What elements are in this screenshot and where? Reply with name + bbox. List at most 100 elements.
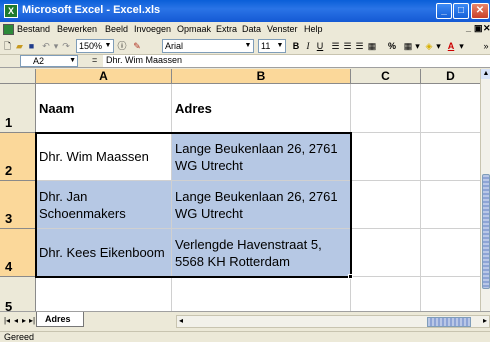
font-size-value: 11: [261, 41, 271, 51]
fill-handle[interactable]: [348, 274, 353, 279]
cell-d4[interactable]: [421, 229, 480, 277]
zoom-value: 150%: [79, 41, 103, 51]
merge-center-icon[interactable]: ▦: [366, 39, 378, 53]
cell-d3[interactable]: [421, 181, 480, 229]
borders-icon[interactable]: ▦: [402, 39, 414, 53]
select-all-corner[interactable]: [0, 69, 36, 84]
vertical-scrollbar[interactable]: ▲: [480, 69, 490, 311]
undo-icon[interactable]: ↶: [40, 39, 52, 53]
menu-venster[interactable]: Venster: [267, 24, 298, 34]
toolbar-options-icon[interactable]: »: [482, 39, 490, 53]
cell-b2[interactable]: Lange Beukenlaan 26, 2761 WG Utrecht: [172, 133, 351, 181]
horizontal-scroll-thumb[interactable]: [427, 317, 471, 327]
cell-d2[interactable]: [421, 133, 480, 181]
open-folder-icon[interactable]: ▰: [14, 39, 25, 53]
align-right-icon[interactable]: ☰: [354, 39, 365, 53]
last-sheet-icon[interactable]: ▸|: [28, 315, 36, 327]
vertical-scroll-thumb[interactable]: [482, 174, 490, 289]
drawing-icon[interactable]: ✎: [131, 39, 143, 53]
menu-bestand[interactable]: Bestand: [17, 24, 50, 34]
menu-bewerken[interactable]: Bewerken: [57, 24, 97, 34]
row-header-2[interactable]: 2: [0, 133, 36, 181]
cell-d5[interactable]: [421, 277, 480, 311]
zoom-select[interactable]: 150% ▼: [76, 39, 114, 53]
cell-b4[interactable]: Verlengde Havenstraat 5, 5568 KH Rotterd…: [172, 229, 351, 277]
cell-d1[interactable]: [421, 84, 480, 133]
row-number: 4: [5, 259, 13, 274]
align-center-icon[interactable]: ☰: [342, 39, 353, 53]
scroll-up-icon[interactable]: ▲: [481, 69, 490, 79]
row-header-4[interactable]: 4: [0, 229, 36, 277]
cell-a1[interactable]: Naam: [36, 84, 172, 133]
new-document-icon[interactable]: 🗋: [2, 39, 13, 53]
next-sheet-icon[interactable]: ▸: [20, 315, 28, 327]
sheet-tab-adres[interactable]: Adres: [36, 312, 84, 327]
previous-sheet-icon[interactable]: ◂: [12, 315, 20, 327]
chevron-down-icon: ▼: [69, 57, 76, 64]
cell-c3[interactable]: [351, 181, 421, 229]
chevron-down-icon[interactable]: ▾: [458, 39, 465, 53]
menu-extra[interactable]: Extra: [216, 24, 237, 34]
row-header-5[interactable]: 5: [0, 277, 36, 311]
first-sheet-icon[interactable]: |◂: [3, 315, 11, 327]
chevron-down-icon[interactable]: ▾: [435, 39, 442, 53]
row-number: 2: [5, 163, 13, 178]
row-number: 1: [5, 115, 13, 130]
maximize-button[interactable]: □: [453, 3, 469, 19]
formula-input[interactable]: Dhr. Wim Maassen: [103, 55, 490, 67]
minimize-button[interactable]: _: [436, 3, 452, 19]
scroll-right-icon[interactable]: ▸: [483, 316, 487, 325]
menu-help[interactable]: Help: [304, 24, 323, 34]
column-header-c[interactable]: C: [351, 69, 421, 84]
redo-icon[interactable]: ↷: [61, 39, 71, 53]
font-select[interactable]: Arial ▼: [162, 39, 254, 53]
cell-b5[interactable]: [172, 277, 351, 311]
cell-c1[interactable]: [351, 84, 421, 133]
bold-button[interactable]: B: [291, 39, 301, 53]
chevron-down-icon[interactable]: ▾: [414, 39, 421, 53]
row-header-3[interactable]: 3: [0, 181, 36, 229]
fill-color-icon[interactable]: ◈: [423, 39, 435, 53]
help-icon[interactable]: ⓘ: [117, 39, 127, 53]
menu-invoegen[interactable]: Invoegen: [134, 24, 171, 34]
cell-c4[interactable]: [351, 229, 421, 277]
name-box[interactable]: A2 ▼: [20, 55, 78, 67]
cell-c2[interactable]: [351, 133, 421, 181]
column-header-d[interactable]: D: [421, 69, 480, 84]
spreadsheet-grid: A B C D 1 Naam Adres 2 Dhr. Wim Maassen …: [0, 69, 480, 311]
mdi-minimize-button[interactable]: _: [466, 23, 471, 33]
save-icon[interactable]: ■: [26, 39, 37, 53]
cell-a2[interactable]: Dhr. Wim Maassen: [36, 133, 172, 181]
row-number: 5: [5, 299, 13, 311]
cell-b1[interactable]: Adres: [172, 84, 351, 133]
chevron-down-icon: ▼: [104, 42, 112, 49]
cell-a5[interactable]: [36, 277, 172, 311]
font-size-select[interactable]: 11 ▼: [258, 39, 286, 53]
cell-b3[interactable]: Lange Beukenlaan 26, 2761 WG Utrecht: [172, 181, 351, 229]
mdi-restore-button[interactable]: ▣: [474, 23, 483, 34]
row-header-1[interactable]: 1: [0, 84, 36, 133]
excel-app-icon[interactable]: X: [4, 4, 18, 18]
scroll-left-icon[interactable]: ◂: [179, 316, 183, 325]
column-header-b[interactable]: B: [172, 69, 351, 84]
cell-a4[interactable]: Dhr. Kees Eikenboom: [36, 229, 172, 277]
title-bar: X Microsoft Excel - Excel.xls _ □ ✕: [0, 0, 490, 22]
status-text: Gereed: [4, 332, 35, 342]
status-bar: Gereed: [0, 331, 490, 342]
cell-a3[interactable]: Dhr. Jan Schoenmakers: [36, 181, 172, 229]
menu-beeld[interactable]: Beeld: [105, 24, 128, 34]
menu-data[interactable]: Data: [242, 24, 261, 34]
percent-style-button[interactable]: %: [386, 39, 398, 53]
workbook-icon[interactable]: [3, 24, 14, 35]
undo-dropdown-icon[interactable]: ▾: [52, 39, 60, 53]
italic-button[interactable]: I: [303, 39, 313, 53]
mdi-close-button[interactable]: ✕: [483, 23, 490, 34]
font-color-icon[interactable]: A: [445, 39, 457, 53]
close-button[interactable]: ✕: [471, 3, 489, 19]
underline-button[interactable]: U: [315, 39, 325, 53]
column-header-a[interactable]: A: [36, 69, 172, 84]
menu-opmaak[interactable]: Opmaak: [177, 24, 211, 34]
horizontal-scrollbar[interactable]: ◂ ▸: [176, 315, 490, 328]
align-left-icon[interactable]: ☰: [330, 39, 341, 53]
cell-c5[interactable]: [351, 277, 421, 311]
